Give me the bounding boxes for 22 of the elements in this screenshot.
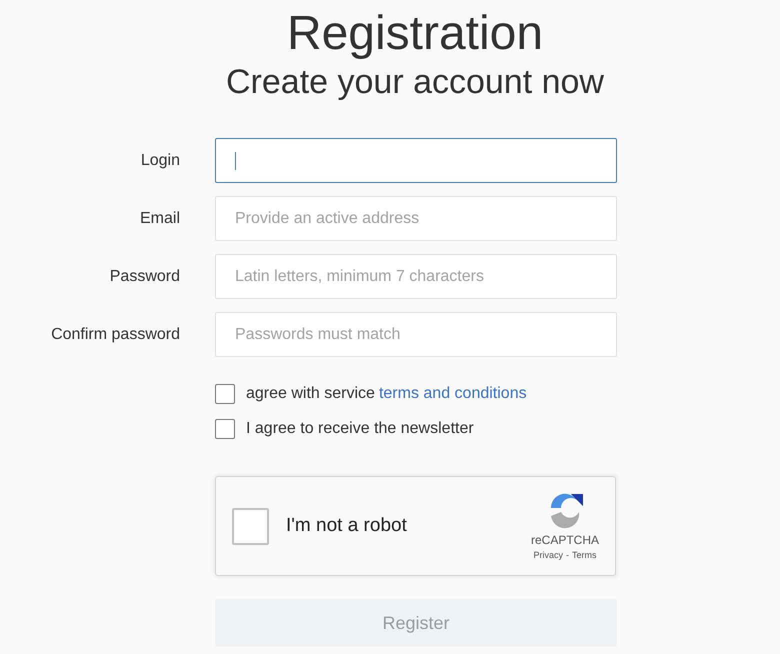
- captcha-brand: reCAPTCHA: [530, 532, 599, 549]
- page-title: Registration: [286, 6, 544, 62]
- field-label: Confirm password: [51, 324, 180, 344]
- input-field[interactable]: Provide an active address: [215, 196, 617, 241]
- link-separator: -: [566, 548, 569, 562]
- checkbox[interactable]: [215, 384, 235, 404]
- checkbox-label: I agree to receive the newsletter: [246, 419, 474, 439]
- terms-link[interactable]: Terms: [572, 548, 596, 562]
- checkbox[interactable]: [215, 419, 235, 439]
- text-cursor-icon: [235, 152, 236, 170]
- field-label: Login: [140, 150, 180, 170]
- field-label: Password: [110, 266, 180, 286]
- field-label: Email: [140, 208, 180, 228]
- captcha-label: I'm not a robot: [286, 514, 407, 538]
- page-subtitle: Create your account now: [226, 62, 604, 102]
- checkbox-label: agree with service: [246, 384, 375, 404]
- input-field[interactable]: [215, 138, 617, 183]
- captcha-checkbox[interactable]: [232, 508, 269, 544]
- terms-link[interactable]: terms and conditions: [378, 382, 527, 406]
- input-field[interactable]: Passwords must match: [215, 312, 617, 357]
- privacy-link[interactable]: Privacy: [533, 548, 563, 562]
- input-field[interactable]: Latin letters, minimum 7 characters: [215, 254, 617, 299]
